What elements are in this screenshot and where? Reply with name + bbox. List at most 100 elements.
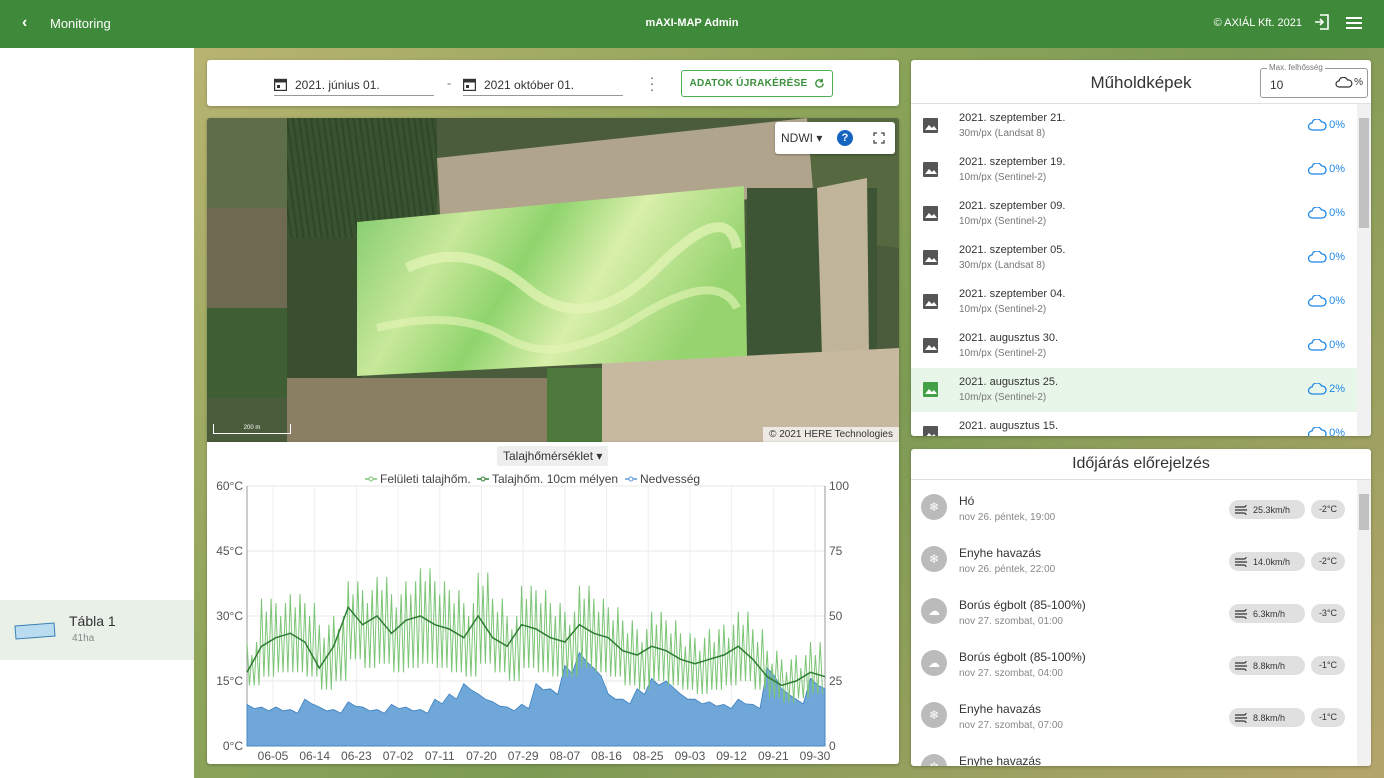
fullscreen-icon[interactable] bbox=[873, 132, 885, 144]
end-date-input[interactable]: 2021 október 01. bbox=[463, 74, 623, 96]
cloud-unit: % bbox=[1335, 77, 1363, 88]
map-controls: NDWI ▾ ? bbox=[775, 122, 895, 154]
weather-description: Borús égbolt (85-100%) bbox=[959, 598, 1086, 612]
weather-description: Hó bbox=[959, 494, 975, 508]
wind-badge: 14.0km/h bbox=[1229, 552, 1305, 571]
weather-list-item[interactable]: ❄ Enyhe havazás nov 27. szombat, 07:00 8.8k… bbox=[911, 688, 1357, 740]
weather-list: ❄ Hó nov 26. péntek, 19:00 25.3km/h -2°C ❄ Eny… bbox=[911, 480, 1357, 766]
weather-list-item[interactable]: ❄ Hó nov 26. péntek, 19:00 25.3km/h -2°C bbox=[911, 480, 1357, 532]
cloud-cover-value: 0% bbox=[1329, 339, 1345, 351]
image-icon bbox=[923, 118, 938, 133]
weather-time: nov 27. szombat, 04:00 bbox=[959, 668, 1063, 679]
snow-icon: ❄ bbox=[921, 494, 947, 520]
cloud-icon bbox=[1307, 207, 1327, 219]
satellite-list-item[interactable]: 2021. szeptember 04. 10m/px (Sentinel-2) 0… bbox=[911, 280, 1357, 324]
weather-list-item[interactable]: ☁ Borús égbolt (85-100%) nov 27. szombat, … bbox=[911, 636, 1357, 688]
x-tick-label: 07-11 bbox=[425, 749, 455, 763]
satellite-date: 2021. augusztus 25. bbox=[959, 376, 1059, 388]
cloud-cover: 0% bbox=[1307, 295, 1345, 307]
x-tick-label: 07-02 bbox=[383, 749, 414, 763]
satellite-resolution: 10m/px (Sentinel-2) bbox=[959, 392, 1047, 403]
series-surface-temp bbox=[246, 568, 824, 703]
weather-time: nov 27. szombat, 01:00 bbox=[959, 616, 1063, 627]
start-date-input[interactable]: 2021. június 01. bbox=[274, 74, 434, 96]
wind-icon bbox=[1235, 660, 1247, 671]
scrollbar-thumb[interactable] bbox=[1359, 494, 1369, 530]
weather-list-item[interactable]: ❄ Enyhe havazás nov 26. péntek, 22:00 14.0k… bbox=[911, 532, 1357, 584]
satellite-list-item[interactable]: 2021. szeptember 05. 30m/px (Landsat 8) 0% bbox=[911, 236, 1357, 280]
satellite-resolution: 10m/px (Sentinel-2) bbox=[959, 304, 1047, 315]
chart-type-select[interactable]: Talajhőmérséklet ▾ bbox=[497, 446, 609, 466]
calendar-icon bbox=[274, 78, 287, 91]
satellite-date: 2021. augusztus 15. bbox=[959, 420, 1059, 432]
reload-data-button[interactable]: ADATOK ÚJRAKÉRÉSE bbox=[681, 70, 833, 97]
image-icon bbox=[923, 250, 938, 265]
cloud-cover: 2% bbox=[1307, 383, 1345, 395]
weather-scrollbar[interactable] bbox=[1357, 480, 1371, 766]
temperature-badge: -1°C bbox=[1311, 656, 1345, 675]
refresh-icon bbox=[814, 78, 824, 88]
help-icon[interactable]: ? bbox=[837, 130, 853, 146]
satellite-list-item[interactable]: 2021. augusztus 30. 10m/px (Sentinel-2) 0% bbox=[911, 324, 1357, 368]
image-icon bbox=[923, 162, 938, 177]
image-icon bbox=[923, 206, 938, 221]
satellite-list-item[interactable]: 2021. szeptember 19. 10m/px (Sentinel-2) 0… bbox=[911, 148, 1357, 192]
max-cloud-label: Max. felhősség bbox=[1267, 63, 1325, 72]
satellite-list-item[interactable]: 2021. szeptember 21. 30m/px (Landsat 8) 0% bbox=[911, 104, 1357, 148]
legend-marker bbox=[480, 476, 486, 482]
x-tick-label: 06-23 bbox=[341, 749, 372, 763]
x-tick-label: 09-30 bbox=[800, 749, 831, 763]
satellite-resolution: 10m/px (Sentinel-2) bbox=[959, 172, 1047, 183]
max-cloud-input[interactable]: Max. felhősség 10 % bbox=[1260, 63, 1368, 98]
weather-description: Enyhe havazás bbox=[959, 702, 1042, 716]
x-tick-label: 07-29 bbox=[508, 749, 539, 763]
snow-icon: ❄ bbox=[921, 702, 947, 728]
cloud-cover-value: 0% bbox=[1329, 251, 1345, 263]
scrollbar-thumb[interactable] bbox=[1359, 118, 1369, 228]
satellite-date: 2021. szeptember 21. bbox=[959, 112, 1066, 124]
logout-icon[interactable] bbox=[1314, 14, 1330, 30]
cloud-unit-text: % bbox=[1354, 77, 1363, 88]
back-label[interactable]: Monitoring bbox=[50, 16, 111, 31]
x-tick-label: 06-14 bbox=[299, 749, 330, 763]
series-moisture bbox=[246, 651, 826, 747]
map-view[interactable]: NDWI ▾ ? 200 m © 2021 HERE Technologies bbox=[207, 118, 899, 442]
cloud-cover-value: 2% bbox=[1329, 383, 1345, 395]
satellite-date: 2021. szeptember 04. bbox=[959, 288, 1066, 300]
y2-tick-label: 25 bbox=[829, 674, 843, 688]
map-attribution: © 2021 HERE Technologies bbox=[763, 427, 899, 442]
satellite-list-item[interactable]: 2021. szeptember 09. 10m/px (Sentinel-2) 0… bbox=[911, 192, 1357, 236]
cloud-icon bbox=[1307, 251, 1327, 263]
more-vert-icon[interactable]: · · · bbox=[648, 70, 656, 96]
weather-time: nov 27. szombat, 07:00 bbox=[959, 720, 1063, 731]
chevron-left-icon[interactable]: ‹ bbox=[22, 14, 27, 32]
chart-type-value: Talajhőmérséklet bbox=[503, 449, 594, 463]
satellite-date: 2021. szeptember 05. bbox=[959, 244, 1066, 256]
temperature-badge: -1°C bbox=[1311, 708, 1345, 727]
field-shape-icon bbox=[14, 622, 56, 640]
wind-speed: 8.8km/h bbox=[1253, 660, 1286, 671]
cloud-cover-value: 0% bbox=[1329, 119, 1345, 131]
satellite-list-item[interactable]: 2021. augusztus 25. 10m/px (Sentinel-2) 2% bbox=[911, 368, 1357, 412]
weather-time: nov 26. péntek, 19:00 bbox=[959, 512, 1056, 523]
y-tick-label: 60°C bbox=[216, 479, 243, 493]
layer-select[interactable]: NDWI ▾ bbox=[781, 131, 822, 145]
sidebar-item-tabla[interactable]: Tábla 1 41ha bbox=[0, 600, 194, 660]
wind-icon bbox=[1235, 504, 1247, 515]
y2-tick-label: 100 bbox=[829, 479, 849, 493]
weather-list-item[interactable]: ☁ Borús égbolt (85-100%) nov 27. szombat, … bbox=[911, 584, 1357, 636]
date-separator: - bbox=[447, 76, 451, 90]
menu-icon[interactable] bbox=[1346, 16, 1362, 30]
cloud-cover: 0% bbox=[1307, 427, 1345, 436]
cloud-cover: 0% bbox=[1307, 207, 1345, 219]
satellite-list-item[interactable]: 2021. augusztus 15. 0% bbox=[911, 412, 1357, 436]
copyright-text: © AXIÁL Kft. 2021 bbox=[1213, 17, 1302, 29]
wind-badge: 8.8km/h bbox=[1229, 708, 1305, 727]
satellite-map-image[interactable] bbox=[207, 118, 899, 442]
satellite-scrollbar[interactable] bbox=[1357, 104, 1371, 436]
field-area: 41ha bbox=[72, 633, 95, 644]
weather-list-item[interactable]: ❄ Enyhe havazás bbox=[911, 740, 1357, 766]
app-title: mAXI-MAP Admin bbox=[645, 17, 739, 29]
satellite-date: 2021. szeptember 19. bbox=[959, 156, 1066, 168]
legend-marker bbox=[628, 476, 634, 482]
